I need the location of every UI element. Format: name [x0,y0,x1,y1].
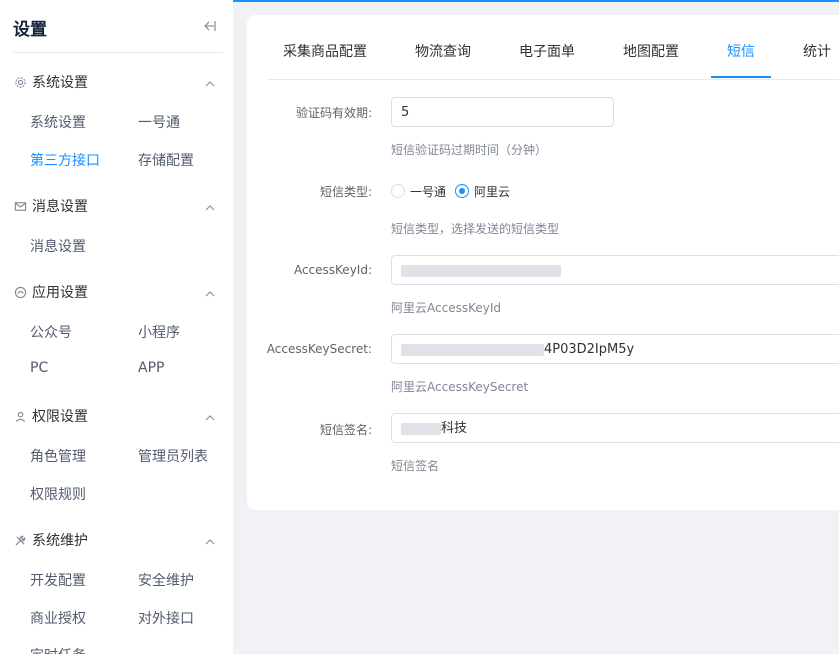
sidebar-group-header-app[interactable]: 应用设置 [0,277,233,307]
sidebar-group-label: 系统设置 [32,75,88,91]
redacted-value [401,343,544,356]
radio-dot [455,184,469,198]
sidebar-item-external-api[interactable]: 对外接口 [138,608,194,628]
sidebar-item-cron-tasks[interactable]: 定时任务 [30,645,86,654]
active-tab-indicator [711,76,771,78]
access-key-secret-input[interactable]: 4P03D2IpM5y [391,334,839,364]
sidebar-item-roles[interactable]: 角色管理 [30,446,86,466]
sidebar-group-label: 消息设置 [32,199,88,215]
collapse-left-icon[interactable] [200,18,216,34]
sidebar-item-storage[interactable]: 存储配置 [138,150,194,170]
sidebar-group-permission: 权限设置 角色管理 管理员列表 权限规则 [0,401,233,511]
redacted-value [401,422,441,435]
visible-sign-suffix: 科技 [441,421,468,436]
sms-settings-panel: 采集商品配置 物流查询 电子面单 地图配置 短信 统计 验证码有效期: 5 短信… [247,15,839,510]
sidebar-item-pc[interactable]: PC [30,360,48,376]
sidebar-item-official-account[interactable]: 公众号 [30,322,72,342]
chevron-up-icon [204,199,216,211]
tab-statistics[interactable]: 统计 [803,41,831,61]
sidebar-group-header-message[interactable]: 消息设置 [0,191,233,221]
sidebar-item-permission-rules[interactable]: 权限规则 [30,484,86,504]
tab-logistics[interactable]: 物流查询 [415,41,471,61]
sidebar-item-license[interactable]: 商业授权 [30,608,86,628]
sidebar-group-maintenance: 系统维护 开发配置 安全维护 商业授权 对外接口 定时任务 [0,525,233,654]
tab-e-waybill[interactable]: 电子面单 [519,41,575,61]
sidebar-group-label: 权限设置 [32,409,88,425]
sidebar-title: 设置 [13,20,47,40]
sidebar-item-app[interactable]: APP [138,360,164,376]
code-expiry-input[interactable]: 5 [391,97,614,127]
settings-tabs: 采集商品配置 物流查询 电子面单 地图配置 短信 统计 [267,15,839,80]
sms-type-label: 短信类型: [319,185,372,199]
chevron-up-icon [204,75,216,87]
mail-icon [14,198,27,211]
sidebar-group-message: 消息设置 消息设置 [0,191,233,261]
sidebar-group-system: 系统设置 系统设置 一号通 第三方接口 存储配置 [0,67,233,177]
sidebar-item-third-party[interactable]: 第三方接口 [30,150,100,170]
sidebar-item-mini-program[interactable]: 小程序 [138,322,180,342]
visible-secret-suffix: 4P03D2IpM5y [544,342,635,357]
sidebar-item-message-settings[interactable]: 消息设置 [30,236,86,256]
sidebar-divider [13,52,223,53]
chevron-up-icon [204,285,216,297]
access-key-id-input[interactable] [391,255,839,285]
radio-label: 阿里云 [474,185,511,199]
sidebar-item-yihaotong[interactable]: 一号通 [138,112,180,132]
sidebar-group-header-permission[interactable]: 权限设置 [0,401,233,431]
sidebar-group-header-system[interactable]: 系统设置 [0,67,233,97]
tab-sms[interactable]: 短信 [727,41,755,61]
radio-label: 一号通 [410,185,447,199]
access-key-secret-label: AccessKeySecret: [266,342,372,356]
sms-sign-label: 短信签名: [319,423,372,437]
chevron-up-icon [204,409,216,421]
sidebar-group-label: 应用设置 [32,285,88,301]
app-icon [14,284,27,299]
sidebar-item-dev-config[interactable]: 开发配置 [30,570,86,590]
settings-sidebar: 设置 系统设置 系统设置 一号通 第三方接口 存储配置 消息设置 消息设置 应用… [0,0,233,654]
tab-map[interactable]: 地图配置 [623,41,679,61]
chevron-up-icon [204,533,216,545]
sidebar-item-security[interactable]: 安全维护 [138,570,194,590]
access-key-secret-help: 阿里云AccessKeySecret [391,380,529,394]
sidebar-group-app: 应用设置 公众号 小程序 PC APP [0,277,233,387]
user-icon [14,408,27,422]
sms-sign-help: 短信签名 [391,459,440,473]
access-key-id-help: 阿里云AccessKeyId [391,301,501,315]
code-expiry-help: 短信验证码过期时间（分钟） [391,143,548,157]
access-key-id-label: AccessKeyId: [293,263,372,277]
sidebar-item-system-settings[interactable]: 系统设置 [30,112,86,132]
sms-type-help: 短信类型，选择发送的短信类型 [391,222,560,236]
tools-icon [14,532,27,546]
radio-dot [391,184,405,198]
redacted-value [401,264,561,277]
code-expiry-label: 验证码有效期: [295,106,372,120]
tab-collect-product[interactable]: 采集商品配置 [283,41,367,61]
sidebar-group-header-maintenance[interactable]: 系统维护 [0,525,233,555]
sidebar-group-label: 系统维护 [32,533,88,549]
gear-icon [14,74,27,88]
sidebar-header: 设置 [0,0,233,52]
sidebar-item-admin-list[interactable]: 管理员列表 [138,446,208,466]
sms-sign-input[interactable]: 科技 [391,413,839,443]
